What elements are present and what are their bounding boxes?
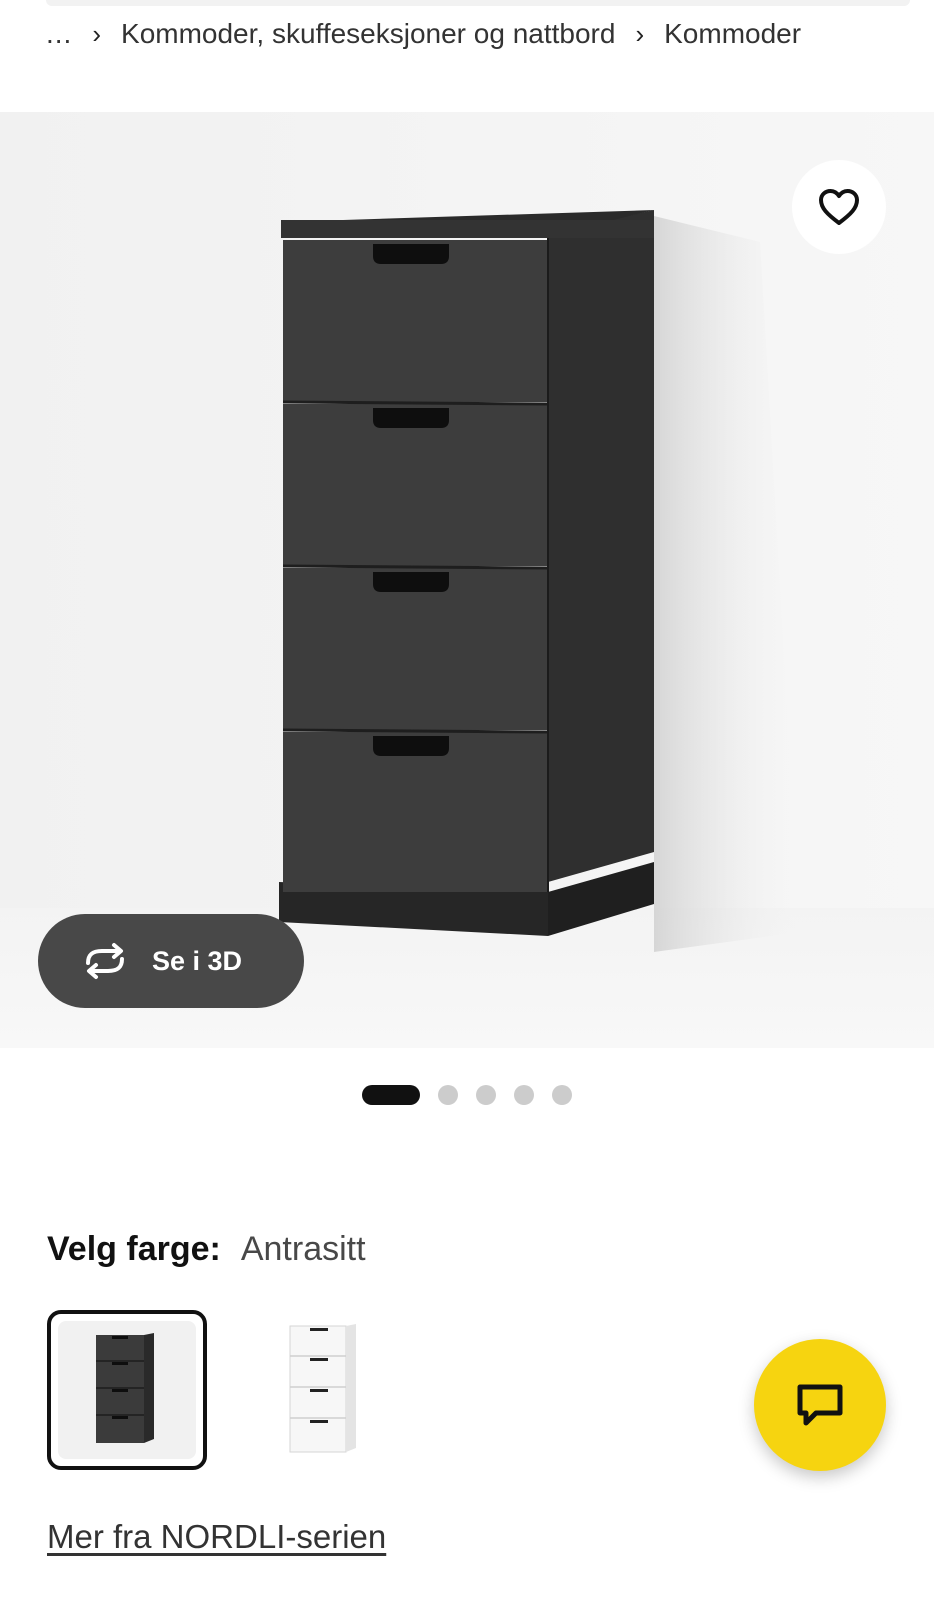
breadcrumb-item-dressers[interactable]: Kommoder bbox=[664, 18, 801, 50]
gallery-dot-1[interactable] bbox=[362, 1085, 420, 1105]
favorite-button[interactable] bbox=[792, 160, 886, 254]
breadcrumb: ... › Kommoder, skuffeseksjoner og nattb… bbox=[46, 14, 801, 54]
header-strip bbox=[46, 0, 910, 6]
rotate-3d-icon bbox=[80, 941, 130, 981]
color-swatch-hvit[interactable] bbox=[243, 1310, 403, 1470]
chevron-right-icon: › bbox=[635, 18, 645, 49]
color-picker-heading: Velg farge: Antrasitt bbox=[47, 1230, 366, 1269]
gallery-dot-3[interactable] bbox=[476, 1085, 496, 1105]
swatch-thumbnail bbox=[254, 1321, 392, 1459]
view-3d-label: Se i 3D bbox=[152, 945, 243, 976]
dresser-thumbnail-dark bbox=[96, 1333, 154, 1443]
breadcrumb-item-dressers-category[interactable]: Kommoder, skuffeseksjoner og nattbord bbox=[121, 18, 615, 50]
color-swatch-antrasitt[interactable] bbox=[47, 1310, 207, 1470]
gallery-pagination bbox=[362, 1085, 572, 1105]
dresser-thumbnail-white bbox=[289, 1324, 356, 1453]
breadcrumb-ellipsis[interactable]: ... bbox=[46, 18, 72, 50]
product-image-gallery[interactable]: Se i 3D bbox=[0, 112, 934, 1048]
view-3d-button[interactable]: Se i 3D bbox=[38, 914, 304, 1008]
gallery-dot-2[interactable] bbox=[438, 1085, 458, 1105]
color-picker-selected-value: Antrasitt bbox=[240, 1230, 366, 1268]
series-link[interactable]: Mer fra NORDLI-serien bbox=[47, 1518, 386, 1556]
color-picker-label: Velg farge: bbox=[47, 1230, 221, 1268]
product-image bbox=[279, 210, 800, 952]
gallery-dot-4[interactable] bbox=[514, 1085, 534, 1105]
chat-button[interactable] bbox=[754, 1339, 886, 1471]
gallery-dot-5[interactable] bbox=[552, 1085, 572, 1105]
heart-icon bbox=[819, 189, 859, 225]
chevron-right-icon: › bbox=[92, 18, 102, 49]
swatch-thumbnail bbox=[58, 1321, 196, 1459]
chat-bubble-icon bbox=[797, 1384, 843, 1426]
